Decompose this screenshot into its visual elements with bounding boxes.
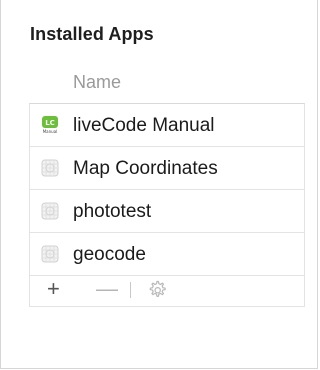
remove-button[interactable]: — bbox=[96, 278, 118, 300]
list-item[interactable]: Map Coordinates bbox=[30, 147, 304, 190]
list-item[interactable]: phototest bbox=[30, 190, 304, 233]
app-name: liveCode Manual bbox=[73, 115, 215, 136]
app-name: phototest bbox=[73, 201, 152, 222]
app-name: geocode bbox=[73, 244, 146, 265]
svg-text:Manual: Manual bbox=[43, 129, 58, 134]
installed-apps-list: LC Manual liveCode Manual Map Coordinate… bbox=[29, 103, 305, 276]
generic-app-icon bbox=[41, 159, 59, 177]
app-name: Map Coordinates bbox=[73, 158, 218, 179]
list-item[interactable]: LC Manual liveCode Manual bbox=[30, 104, 304, 147]
column-header-name[interactable]: Name bbox=[73, 72, 121, 93]
list-item[interactable]: geocode bbox=[30, 233, 304, 276]
svg-text:LC: LC bbox=[45, 119, 55, 127]
installed-apps-panel: Installed Apps Name LC Manual liveCode M… bbox=[0, 0, 318, 369]
generic-app-icon bbox=[41, 245, 59, 263]
add-button[interactable]: + bbox=[47, 278, 60, 300]
generic-app-icon bbox=[41, 202, 59, 220]
livecode-app-icon: LC Manual bbox=[42, 116, 58, 134]
gear-icon[interactable] bbox=[145, 278, 169, 302]
section-title: Installed Apps bbox=[30, 24, 154, 44]
list-toolbar: + — bbox=[29, 274, 305, 307]
toolbar-divider bbox=[130, 282, 131, 298]
